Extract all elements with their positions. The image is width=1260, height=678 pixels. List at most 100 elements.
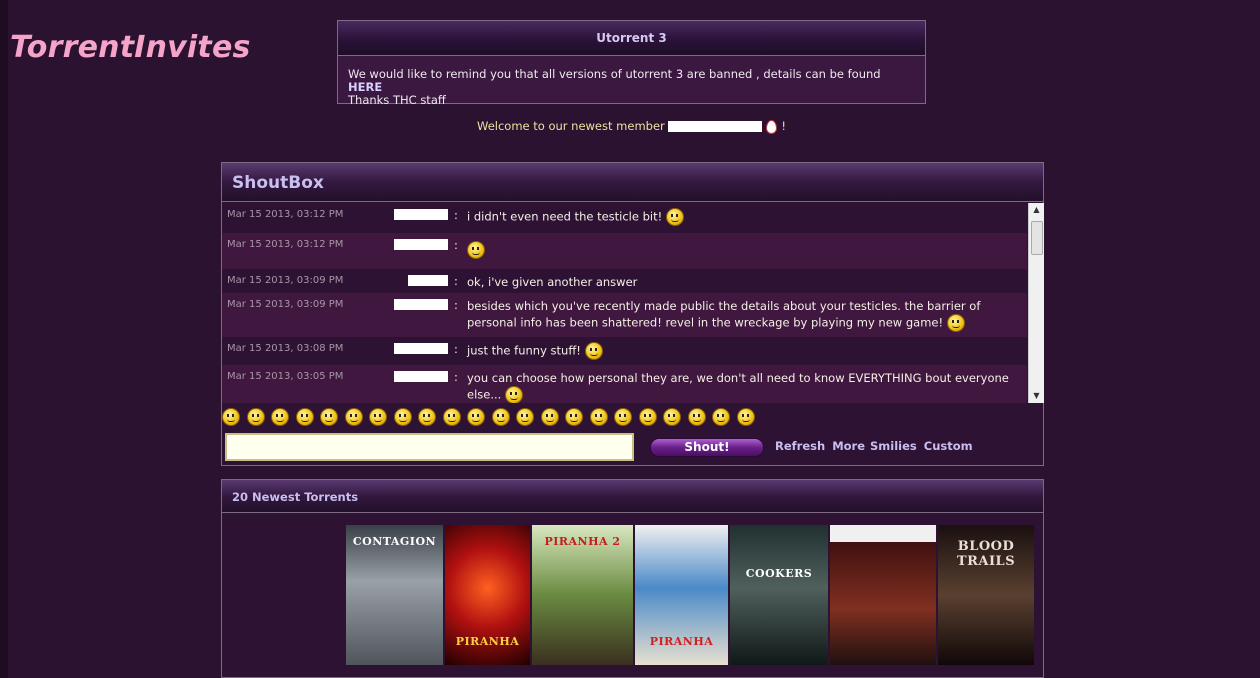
newest-torrents-title: 20 Newest Torrents [222,480,1043,513]
message-colon: : [454,298,458,312]
poster-title: BLOOD TRAILS [956,539,1016,569]
smiley-icon[interactable] [271,407,289,426]
welcome-suffix: ! [781,119,787,133]
shoutbox-scrollbar[interactable]: ▲ ▼ [1028,203,1044,403]
smiley-icon[interactable] [320,407,338,426]
message-user[interactable] [394,343,448,354]
shoutbox-links: Refresh More Smilies Custom [775,439,975,453]
torrent-poster[interactable]: COOKERS [730,525,828,665]
message-colon: : [454,370,458,384]
message-user[interactable] [394,239,448,250]
notice-here-link[interactable]: HERE [348,80,382,94]
poster-title: PIRANHA 2 [544,535,621,548]
message-user[interactable] [394,299,448,310]
smiley-icon[interactable] [393,407,412,426]
shout-button[interactable]: Shout! [650,438,764,457]
poster-strip: CONTAGION PIRANHA PIRANHA 2 PIRANHA COOK… [346,525,1034,665]
shoutbox-panel: ShoutBox Mar 15 2013, 03:12 PM : i didn'… [221,162,1044,466]
smiley-icon[interactable] [712,407,730,426]
torrent-poster[interactable] [830,525,936,665]
message-time: Mar 15 2013, 03:09 PM [227,275,344,286]
message-user[interactable] [394,209,448,220]
message-time: Mar 15 2013, 03:09 PM [227,299,344,310]
smiley-icon[interactable] [614,407,632,426]
torrent-poster[interactable]: CONTAGION [346,525,443,665]
notice-signature: Thanks THC staff [348,93,446,107]
smiley-icon[interactable] [540,407,559,426]
shout-message: Mar 15 2013, 03:05 PM : you can choose h… [222,365,1027,403]
shoutbox-messages: Mar 15 2013, 03:12 PM : i didn't even ne… [222,203,1027,403]
smiley-icon[interactable] [418,407,436,426]
notice-message: We would like to remind you that all ver… [348,67,881,81]
smiley-icon[interactable] [736,407,755,426]
shout-message: Mar 15 2013, 03:12 PM : [222,233,1027,269]
smiley-icon[interactable] [663,407,681,426]
smiley-icon[interactable] [467,407,485,426]
message-colon: : [454,274,458,288]
message-user[interactable] [394,371,448,382]
smiley-icon[interactable] [246,407,265,426]
smiley-icon [665,208,684,226]
torrent-poster[interactable]: PIRANHA [445,525,530,665]
welcome-line: Welcome to our newest member ! [477,119,786,134]
welcome-prefix: Welcome to our newest member [477,119,665,133]
refresh-link[interactable]: Refresh [775,439,825,453]
shout-message: Mar 15 2013, 03:12 PM : i didn't even ne… [222,203,1027,233]
notice-box: Utorrent 3 We would like to remind you t… [337,20,926,107]
message-time: Mar 15 2013, 03:12 PM [227,239,344,250]
message-time: Mar 15 2013, 03:08 PM [227,343,344,354]
message-colon: : [454,342,458,356]
message-text [467,241,1012,259]
custom-link[interactable]: Custom [924,439,973,453]
message-user[interactable] [408,275,448,286]
site-logo[interactable]: TorrentInvites [10,30,251,65]
message-text: just the funny stuff! [467,342,1012,360]
smiley-icon[interactable] [638,407,657,426]
scroll-up-arrow-icon[interactable]: ▲ [1029,203,1044,217]
poster-title: COOKERS [745,567,813,580]
message-colon: : [454,208,458,222]
smiley-icon[interactable] [516,407,534,426]
smiley-icon[interactable] [295,407,314,426]
notice-title: Utorrent 3 [338,21,925,56]
message-text: besides which you've recently made publi… [467,298,1012,332]
torrent-poster[interactable]: PIRANHA 2 [532,525,633,665]
message-time: Mar 15 2013, 03:12 PM [227,209,344,220]
shout-message: Mar 15 2013, 03:09 PM : besides which yo… [222,293,1027,337]
smiley-icon[interactable] [222,407,240,426]
poster-title: PIRANHA [649,635,714,648]
smiley-icon [946,314,965,332]
smiley-icon [584,342,603,360]
smiley-icon[interactable] [344,407,363,426]
notice-body: We would like to remind you that all ver… [338,56,925,107]
smiley-icon [504,386,523,403]
newest-torrents-panel: 20 Newest Torrents CONTAGION PIRANHA PIR… [221,479,1044,678]
shoutbox-title: ShoutBox [222,163,1043,202]
smilies-row [222,406,761,428]
message-text: i didn't even need the testicle bit! [467,208,1012,226]
shout-message: Mar 15 2013, 03:08 PM : just the funny s… [222,337,1027,365]
shout-message: Mar 15 2013, 03:09 PM : ok, i've given a… [222,269,1027,293]
message-time: Mar 15 2013, 03:05 PM [227,371,344,382]
scroll-thumb[interactable] [1031,221,1043,255]
new-member-icon [766,119,778,134]
poster-title: PIRANHA [455,635,520,648]
smiley-icon[interactable] [442,407,461,426]
smiley-icon[interactable] [687,407,706,426]
message-text: you can choose how personal they are, we… [467,370,1012,403]
newest-member-name[interactable] [668,121,763,132]
smiley-icon[interactable] [565,407,583,426]
smiley-icon[interactable] [491,407,510,426]
smiley-icon[interactable] [589,407,608,426]
more-smilies-link[interactable]: More Smilies [832,439,917,453]
cheering-smiley-icon [467,241,485,259]
torrent-poster[interactable]: BLOOD TRAILS [938,525,1034,665]
smiley-icon[interactable] [369,407,387,426]
poster-title: CONTAGION [352,535,437,548]
torrent-poster[interactable]: PIRANHA [635,525,728,665]
shout-input[interactable] [225,433,634,461]
scroll-down-arrow-icon[interactable]: ▼ [1029,389,1044,403]
message-text: ok, i've given another answer [467,275,638,289]
left-edge-strip [0,0,8,678]
message-colon: : [454,238,458,252]
